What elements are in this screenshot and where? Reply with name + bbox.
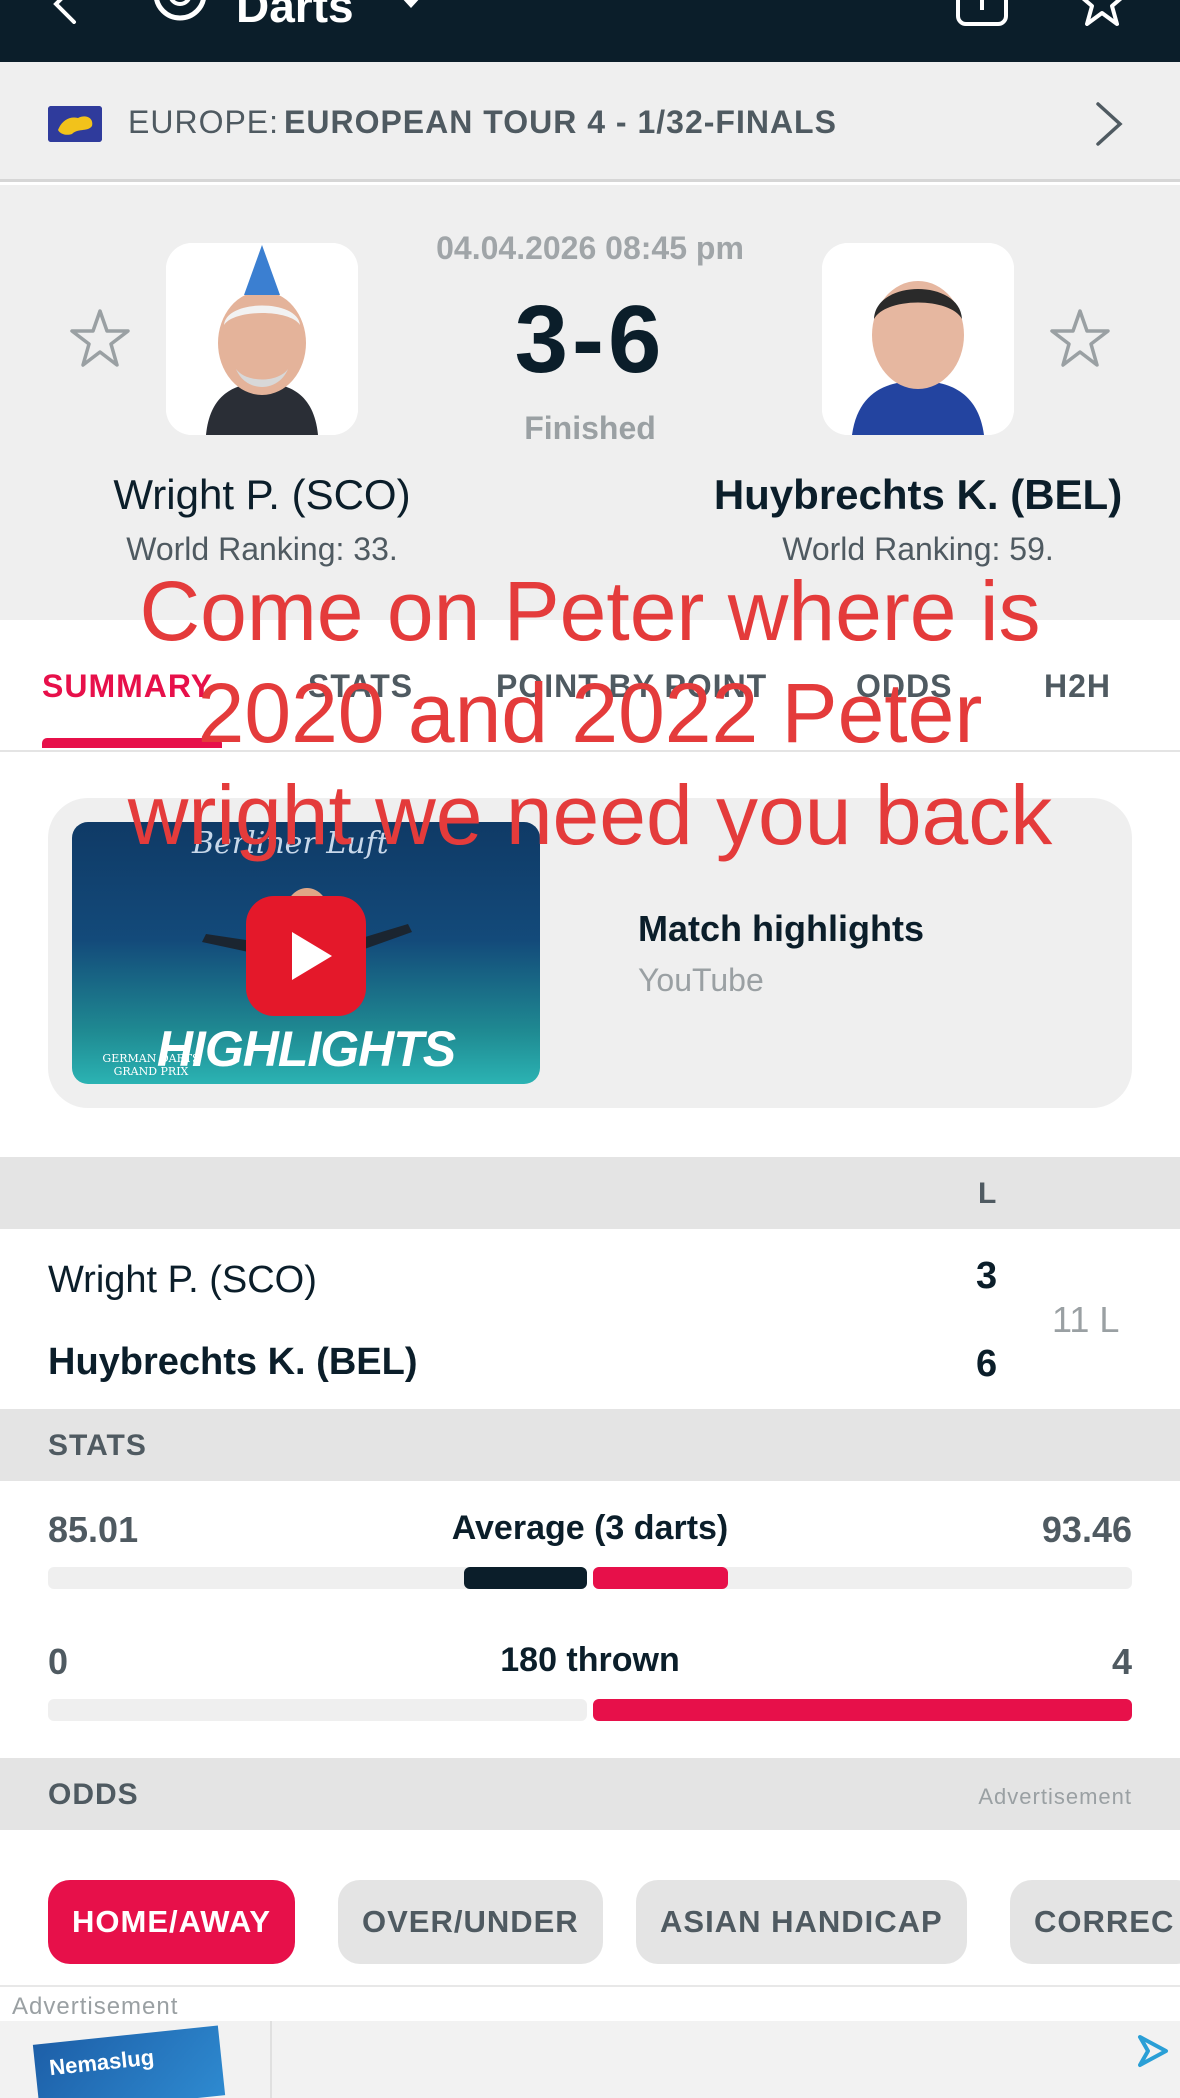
tab-stats[interactable]: STATS (308, 668, 413, 705)
result-home-score: 3 (976, 1255, 998, 1297)
stat-180-away-bar (593, 1699, 1132, 1721)
result-away-name: Huybrechts K. (BEL) (48, 1341, 418, 1383)
highlights-title[interactable]: Match highlights (638, 908, 924, 950)
chevron-right-icon (1096, 102, 1123, 146)
odds-header: ODDS (48, 1778, 139, 1811)
stat-average-label: Average (3 darts) (451, 1509, 729, 1547)
stat-180-home-track (48, 1699, 587, 1721)
legs-column-header: L (978, 1177, 997, 1210)
odds-pill-asian-handicap[interactable]: ASIAN HANDICAP (636, 1880, 967, 1964)
result-home-name: Wright P. (SCO) (48, 1259, 317, 1301)
stat-180-label: 180 thrown (500, 1641, 680, 1679)
home-player-name[interactable]: Wright P. (SCO) (32, 471, 492, 519)
share-icon[interactable] (954, 0, 1010, 28)
tab-summary[interactable]: SUMMARY (42, 668, 213, 705)
best-of-legs: 11 L (1052, 1299, 1120, 1340)
player-avatar-icon (822, 243, 1014, 435)
stat-average-home-bar (464, 1567, 587, 1589)
odds-section-header: ODDS Advertisement (0, 1758, 1180, 1830)
tab-point-by-point[interactable]: POINT BY POINT (496, 668, 767, 705)
thumbnail-brand: Berliner Luft (192, 826, 389, 861)
thumbnail-event: GERMAN DARTS GRAND PRIX (102, 1052, 200, 1078)
sport-title[interactable]: Darts (236, 0, 354, 29)
away-player-photo[interactable] (822, 243, 1014, 435)
league-name: EUROPEAN TOUR 4 - 1/32-FINALS (284, 104, 837, 140)
stat-average-away-bar (593, 1567, 728, 1589)
odds-filter-bar: HOME/AWAY OVER/UNDER ASIAN HANDICAP CORR… (0, 1830, 1180, 1985)
tab-odds[interactable]: ODDS (856, 668, 952, 705)
top-bar: Darts (0, 0, 1180, 62)
away-favorite-star-icon[interactable] (1048, 307, 1112, 371)
league-region: EUROPE: (128, 104, 280, 140)
ad-label: Advertisement (12, 1993, 179, 2020)
ad-product-name: Nemaslug (48, 2044, 156, 2081)
play-icon (292, 932, 332, 980)
ad-choices-icon[interactable] (1134, 2033, 1170, 2069)
active-tab-indicator (42, 738, 222, 748)
stats-list: 85.01 Average (3 darts) 93.46 0 180 thro… (0, 1481, 1180, 1757)
away-player-name[interactable]: Huybrechts K. (BEL) (688, 471, 1148, 519)
match-tabs: SUMMARY STATS POINT BY POINT ODDS H2H (0, 620, 1180, 752)
away-player-ranking: World Ranking: 59. (782, 531, 1054, 567)
odds-ad-label: Advertisement (978, 1784, 1132, 1809)
odds-pill-correct-score[interactable]: CORREC (1010, 1880, 1180, 1964)
result-table-header: L (0, 1157, 1180, 1229)
play-button[interactable] (246, 896, 366, 1016)
match-header: 04.04.2026 08:45 pm 3-6 Finished Wright … (0, 185, 1180, 620)
stat-180-away: 4 (1111, 1641, 1132, 1682)
back-arrow-icon[interactable] (44, 0, 84, 24)
result-table: Wright P. (SCO) 3 Huybrechts K. (BEL) 6 … (0, 1229, 1180, 1409)
europe-flag-icon (48, 106, 102, 142)
stats-header: STATS (48, 1429, 147, 1462)
league-row[interactable]: EUROPE: EUROPEAN TOUR 4 - 1/32-FINALS (0, 62, 1180, 182)
highlights-card[interactable]: Berliner Luft HIGHLIGHTS GERMAN DARTS GR… (48, 798, 1132, 1108)
odds-pill-home-away[interactable]: HOME/AWAY (48, 1880, 296, 1964)
stat-average-away: 93.46 (1041, 1509, 1132, 1550)
darts-sport-icon (154, 0, 206, 21)
highlights-thumbnail[interactable]: Berliner Luft HIGHLIGHTS GERMAN DARTS GR… (72, 822, 540, 1084)
result-away-score: 6 (976, 1343, 998, 1385)
home-player-ranking: World Ranking: 33. (126, 531, 398, 567)
ad-divider (270, 2021, 272, 2098)
chevron-down-icon[interactable] (396, 0, 426, 14)
highlights-source: YouTube (638, 962, 764, 998)
bottom-advertisement: Advertisement Nemaslug (0, 1985, 1180, 2098)
stats-section-header: STATS (0, 1409, 1180, 1481)
favorite-star-icon[interactable] (1076, 0, 1128, 26)
tab-h2h[interactable]: H2H (1044, 668, 1111, 705)
odds-pill-over-under[interactable]: OVER/UNDER (338, 1880, 603, 1964)
